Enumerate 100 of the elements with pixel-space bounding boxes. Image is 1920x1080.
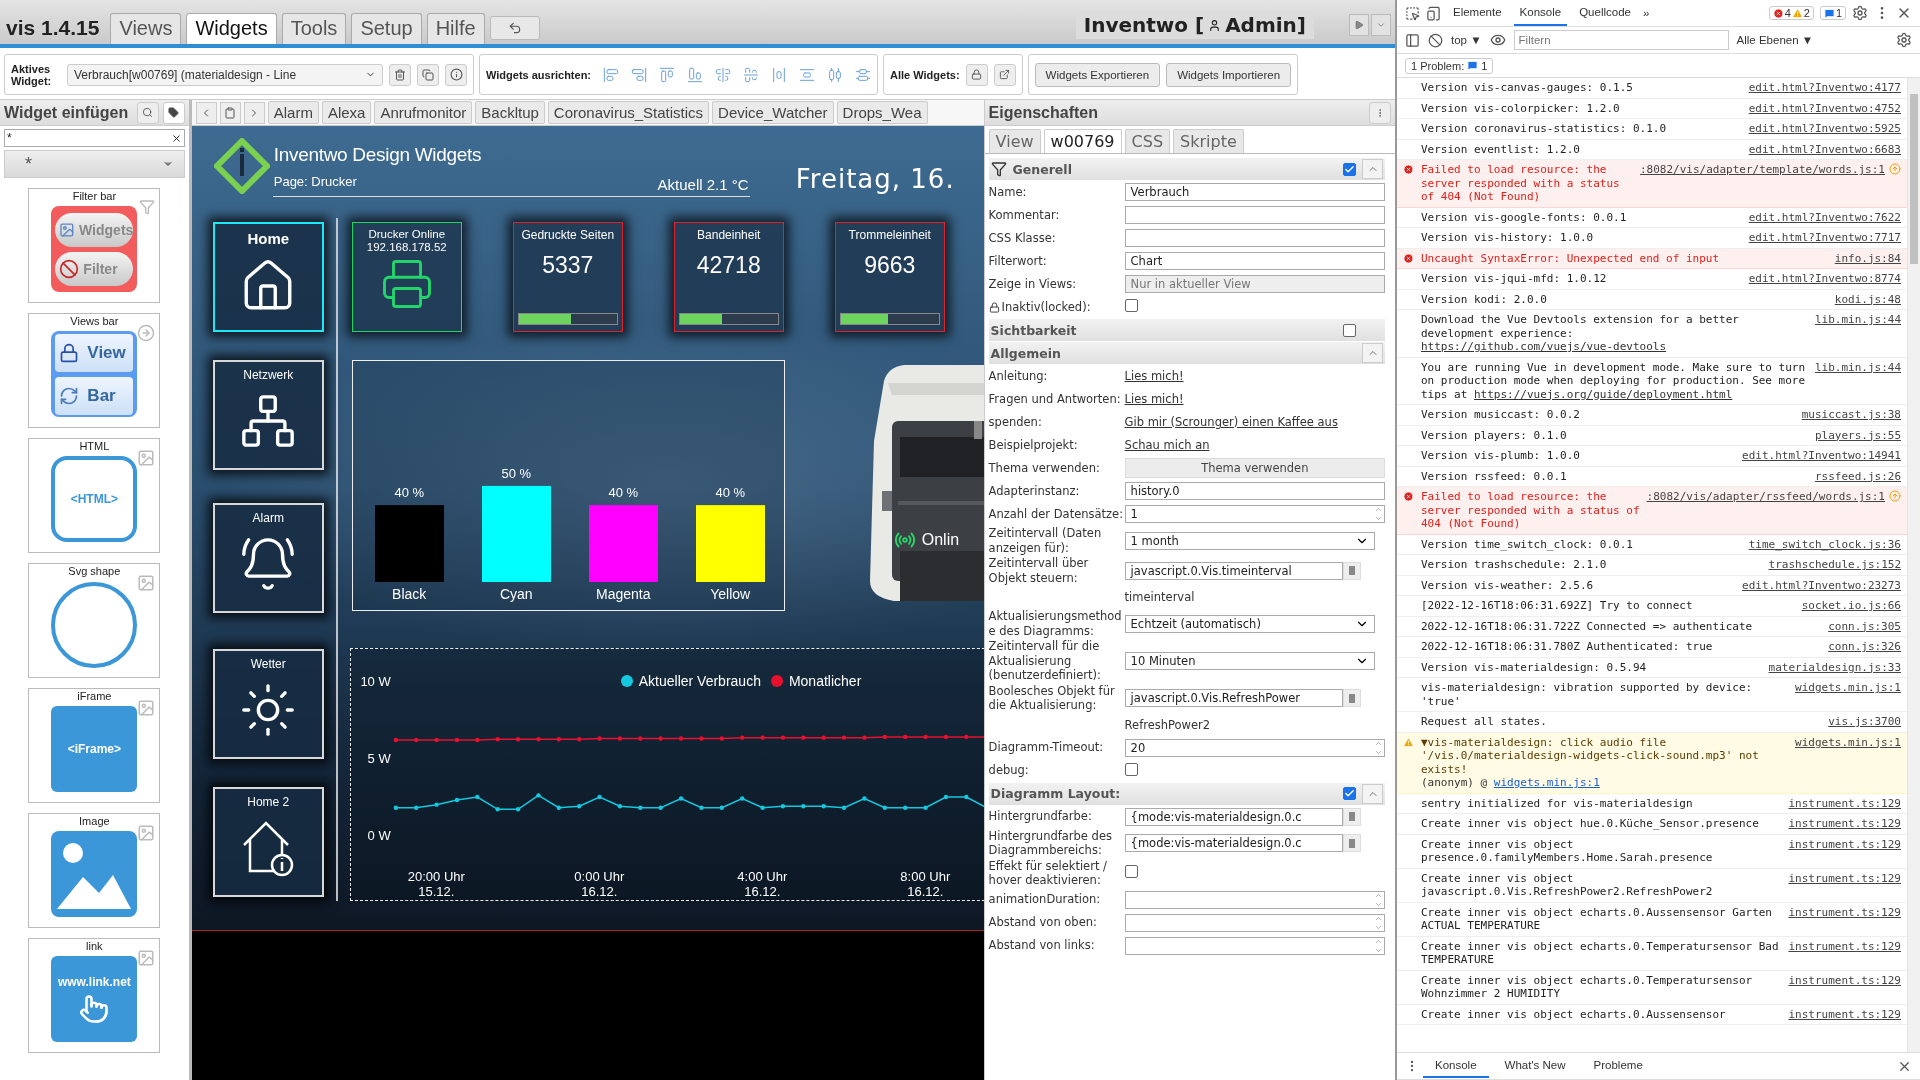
source-link[interactable]: edit.html?Inventwo:7622	[1748, 210, 1901, 224]
play-button[interactable]	[1349, 14, 1369, 36]
undo-button[interactable]	[489, 16, 540, 40]
more-tabs[interactable]: »	[1642, 7, 1650, 19]
search-field[interactable]: *	[4, 129, 185, 147]
source-link[interactable]: :8082/vis/adapter/template/words.js:1	[1639, 163, 1885, 177]
checkbox[interactable]	[1343, 162, 1356, 176]
align-icon[interactable]	[631, 66, 648, 83]
nav-tile[interactable]: Wetter	[212, 649, 324, 759]
scrollbar-thumb[interactable]	[1910, 94, 1918, 264]
problems-button[interactable]: 1 Problem: 1	[1405, 57, 1494, 74]
source-link[interactable]: trashschedule.js:152	[1768, 558, 1901, 572]
align-icon[interactable]	[715, 66, 732, 83]
source-link[interactable]: edit.html?Inventwo:4177	[1748, 81, 1901, 95]
lock-button[interactable]	[965, 63, 988, 86]
checkbox[interactable]	[1124, 762, 1138, 776]
nav-tile[interactable]: Home	[212, 222, 324, 332]
align-icon[interactable]	[603, 66, 620, 83]
picker-button[interactable]	[1343, 807, 1362, 826]
source-link[interactable]: instrument.ts:129	[1788, 905, 1901, 919]
source-link[interactable]: lib.min.js:44	[1814, 360, 1901, 374]
settings-icon[interactable]	[1896, 32, 1912, 48]
section-header[interactable]: Generell	[988, 158, 1385, 180]
object-field[interactable]: javascript.0.Vis.RefreshPower	[1124, 689, 1344, 707]
source-link[interactable]: edit.html?Inventwo:23273	[1742, 578, 1901, 592]
checkbox[interactable]	[1124, 299, 1138, 312]
external-link-button[interactable]	[993, 63, 1016, 86]
picker-button[interactable]	[1343, 561, 1362, 580]
nav-tile[interactable]: Home 2	[212, 787, 324, 897]
page-tab[interactable]: Device_Watcher	[712, 101, 834, 124]
clipboard-button[interactable]	[219, 101, 241, 124]
source-link[interactable]: instrument.ts:129	[1788, 837, 1901, 851]
checkbox[interactable]	[1343, 323, 1356, 337]
source-link[interactable]: info.js:84	[1834, 251, 1901, 265]
settings-icon[interactable]	[1852, 5, 1868, 21]
message-badge[interactable]: 1	[1819, 6, 1846, 20]
link[interactable]: Schau mich an	[1124, 438, 1210, 452]
source-link[interactable]: edit.html?Inventwo:4752	[1748, 101, 1901, 115]
widget-card[interactable]: Views bar View Bar	[28, 313, 161, 428]
widget-card[interactable]: Svg shape	[28, 563, 161, 678]
number-field[interactable]	[1124, 936, 1385, 955]
copy-button[interactable]	[417, 63, 439, 86]
drawer-tab[interactable]: What's New	[1492, 1054, 1578, 1078]
source-link[interactable]: :8082/vis/adapter/rssfeed/words.js:1	[1646, 490, 1885, 504]
issue-badge[interactable]: 4 2	[1768, 6, 1814, 20]
align-icon[interactable]	[799, 66, 816, 83]
tag-button[interactable]	[162, 101, 185, 124]
align-icon[interactable]	[687, 66, 704, 83]
source-link[interactable]: edit.html?Inventwo:8774	[1748, 272, 1901, 286]
page-tab[interactable]: Alexa	[321, 101, 372, 124]
checkbox[interactable]	[1124, 865, 1138, 878]
delete-button[interactable]	[389, 63, 411, 86]
levels-select[interactable]: Alle Ebenen ▼	[1736, 34, 1814, 46]
align-icon[interactable]	[659, 66, 676, 83]
clear-icon[interactable]	[170, 132, 182, 144]
source-link[interactable]: instrument.ts:129	[1788, 817, 1901, 831]
properties-tab[interactable]: w00769	[1043, 129, 1122, 153]
inspect-icon[interactable]	[1405, 5, 1420, 21]
select-field[interactable]: 1 month	[1124, 531, 1375, 550]
source-link[interactable]: socket.io.js:66	[1801, 599, 1901, 613]
device-icon[interactable]	[1426, 5, 1441, 21]
source-link[interactable]: lib.min.js:44	[1814, 313, 1901, 327]
toolbar-button[interactable]: Widgets Importieren	[1166, 62, 1292, 87]
source-link[interactable]: conn.js:305	[1828, 619, 1901, 633]
page-tab[interactable]: Alarm	[267, 101, 319, 124]
toolbar-button[interactable]: Widgets Exportieren	[1034, 62, 1161, 87]
number-field[interactable]	[1124, 890, 1385, 909]
devtools-tab[interactable]: Quellcode	[1573, 0, 1637, 26]
collapse-button[interactable]	[1362, 783, 1383, 804]
console-link[interactable]: https://vuejs.org/guide/deployment.html	[1474, 387, 1733, 401]
console-link[interactable]: https://github.com/vuejs/vue-devtools	[1421, 340, 1667, 353]
text-field[interactable]	[1124, 229, 1385, 247]
object-field[interactable]: {mode:vis-materialdesign.0.c	[1124, 834, 1344, 852]
source-link[interactable]: instrument.ts:129	[1788, 1007, 1901, 1021]
menu-tab[interactable]: Hilfe	[426, 13, 485, 44]
search-button[interactable]	[136, 101, 159, 124]
section-header[interactable]: Allgemein	[988, 342, 1385, 364]
sidebar-icon[interactable]	[1405, 32, 1420, 48]
align-icon[interactable]	[771, 66, 788, 83]
source-link[interactable]: musiccast.js:38	[1801, 408, 1901, 422]
widget-card[interactable]: Filter bar Widgets Filter	[28, 188, 161, 303]
select-field[interactable]: 10 Minuten	[1124, 651, 1375, 670]
source-link[interactable]: instrument.ts:129	[1788, 939, 1901, 953]
clear-icon[interactable]	[1428, 32, 1443, 48]
link[interactable]: Gib mir (Scrounger) einen Kaffee aus	[1124, 415, 1338, 429]
align-icon[interactable]	[827, 66, 844, 83]
widget-card[interactable]: iFrame <iFrame>	[28, 688, 161, 803]
source-link[interactable]: edit.html?Inventwo:14941	[1742, 449, 1901, 463]
object-field[interactable]: {mode:vis-materialdesign.0.c	[1124, 807, 1344, 826]
page-tab[interactable]: Coronavirus_Statistics	[547, 101, 710, 124]
text-field[interactable]	[1124, 206, 1385, 224]
number-field[interactable]: 20	[1124, 738, 1385, 757]
collapse-button[interactable]	[1362, 343, 1383, 363]
context-select[interactable]: top ▼	[1451, 34, 1482, 46]
devtools-tab[interactable]: Konsole	[1513, 0, 1568, 26]
number-field[interactable]: 1	[1124, 505, 1385, 523]
source-link[interactable]: widgets.min.js:1	[1795, 735, 1901, 749]
menu-tab[interactable]: Tools	[281, 13, 347, 44]
section-header[interactable]: Diagramm Layout:	[988, 782, 1385, 805]
arrow-circle-icon[interactable]	[1889, 490, 1901, 502]
